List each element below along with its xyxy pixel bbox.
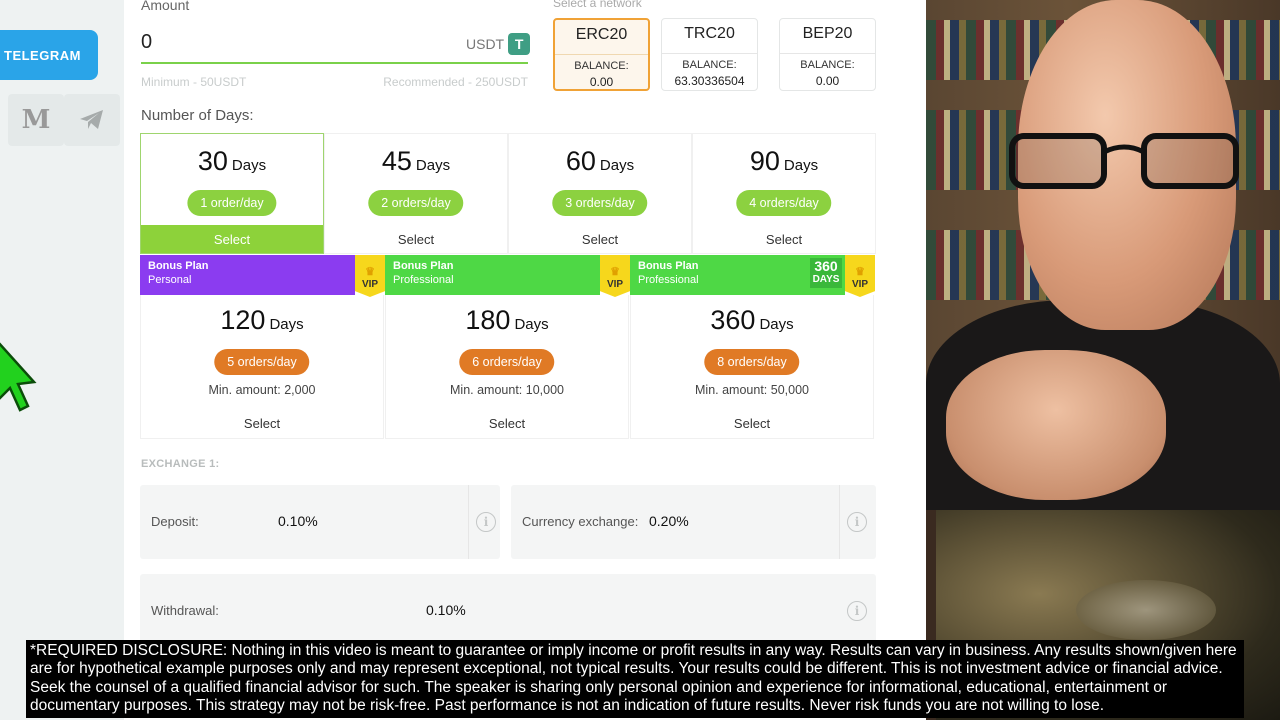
minimum-hint: Minimum - 50USDT xyxy=(141,75,247,89)
bonus-plan-banner-professional: Bonus Plan Professional xyxy=(385,255,600,295)
plan-card-60-days[interactable]: 60 Days 3 orders/day Select xyxy=(508,133,692,254)
min-amount: Min. amount: 2,000 xyxy=(208,383,316,397)
left-sidebar: TELEGRAM M xyxy=(0,0,124,720)
select-button[interactable]: Select xyxy=(325,225,507,253)
currency-indicator: USDT T xyxy=(466,33,531,55)
currency-exchange-fee-value: 0.20% xyxy=(649,513,689,529)
plan-card-120-days[interactable]: 120 Days 5 orders/day Min. amount: 2,000 … xyxy=(140,295,384,439)
withdrawal-fee-label: Withdrawal: xyxy=(151,603,219,618)
info-icon[interactable]: i xyxy=(847,512,867,532)
network-option-erc20[interactable]: ERC20 BALANCE: 0.00 xyxy=(553,18,650,91)
network-option-bep20[interactable]: BEP20 BALANCE: 0.00 xyxy=(779,18,876,91)
currency-exchange-fee-box: Currency exchange: 0.20% i xyxy=(511,485,876,559)
orders-per-day-badge: 6 orders/day xyxy=(459,349,555,375)
min-amount: Min. amount: 10,000 xyxy=(450,383,564,397)
vip-ribbon: ♛ VIP xyxy=(845,255,875,297)
select-button[interactable]: Select xyxy=(386,408,628,438)
amount-label: Amount xyxy=(141,0,190,13)
select-button[interactable]: Select xyxy=(141,408,383,438)
orders-per-day-badge: 8 orders/day xyxy=(704,349,800,375)
network-balance: 0.00 xyxy=(589,75,614,89)
recommended-hint: Recommended - 250USDT xyxy=(383,75,528,89)
currency-exchange-fee-label: Currency exchange: xyxy=(522,514,639,529)
network-option-trc20[interactable]: TRC20 BALANCE: 63.30336504 xyxy=(661,18,758,91)
orders-per-day-badge: 5 orders/day xyxy=(214,349,310,375)
min-amount: Min. amount: 50,000 xyxy=(695,383,809,397)
bonus-plan-banner-personal: Bonus Plan Personal xyxy=(140,255,355,295)
number-of-days-label: Number of Days: xyxy=(141,107,254,124)
amount-input[interactable]: 0 xyxy=(141,31,152,54)
orders-per-day-badge: 3 orders/day xyxy=(552,190,648,216)
deposit-panel: Amount 0 USDT T Minimum - 50USDT Recomme… xyxy=(124,0,926,720)
vip-ribbon: ♛ VIP xyxy=(600,255,630,297)
glasses-icon xyxy=(1009,133,1239,189)
amount-underline xyxy=(141,62,528,64)
network-balance: 0.00 xyxy=(815,74,840,88)
select-button[interactable]: Select xyxy=(693,225,875,253)
select-button[interactable]: Select xyxy=(631,408,873,438)
mouse-cursor-icon xyxy=(0,342,37,412)
presenter-hand xyxy=(946,350,1166,500)
deposit-fee-label: Deposit: xyxy=(151,514,199,529)
telegram-button[interactable]: TELEGRAM xyxy=(0,30,98,80)
select-button[interactable]: Select xyxy=(509,225,691,253)
exchange-section-label: EXCHANGE 1: xyxy=(141,458,220,470)
withdrawal-fee-value: 0.10% xyxy=(426,602,466,618)
select-button[interactable]: Select xyxy=(141,225,323,253)
telegram-button-label: TELEGRAM xyxy=(4,47,81,63)
medium-icon[interactable]: M xyxy=(8,94,64,146)
webcam-overlay xyxy=(926,0,1280,720)
plan-card-180-days[interactable]: 180 Days 6 orders/day Min. amount: 10,000… xyxy=(385,295,629,439)
plan-card-45-days[interactable]: 45 Days 2 orders/day Select xyxy=(324,133,508,254)
plan-card-360-days[interactable]: 360 Days 8 orders/day Min. amount: 50,000… xyxy=(630,295,874,439)
tether-icon: T xyxy=(508,33,531,55)
plan-card-30-days[interactable]: 30 Days 1 order/day Select xyxy=(140,133,324,254)
orders-per-day-badge: 2 orders/day xyxy=(368,190,464,216)
info-icon[interactable]: i xyxy=(476,512,496,532)
withdrawal-fee-box: Withdrawal: 0.10% i xyxy=(140,574,876,644)
telegram-icon[interactable] xyxy=(64,94,120,146)
days-360-badge: 360 DAYS xyxy=(810,258,842,288)
vip-ribbon: ♛ VIP xyxy=(355,255,385,297)
info-icon[interactable]: i xyxy=(847,601,867,621)
network-label: Select a network xyxy=(553,0,642,10)
currency-label: USDT xyxy=(466,36,505,52)
required-disclosure-caption: *REQUIRED DISCLOSURE: Nothing in this vi… xyxy=(26,640,1244,718)
orders-per-day-badge: 1 order/day xyxy=(187,190,277,216)
deposit-fee-box: Deposit: 0.10% i xyxy=(140,485,500,559)
plan-card-90-days[interactable]: 90 Days 4 orders/day Select xyxy=(692,133,876,254)
network-balance: 63.30336504 xyxy=(674,74,745,88)
deposit-fee-value: 0.10% xyxy=(278,513,318,529)
paper-plane-icon xyxy=(80,110,103,129)
orders-per-day-badge: 4 orders/day xyxy=(736,190,832,216)
